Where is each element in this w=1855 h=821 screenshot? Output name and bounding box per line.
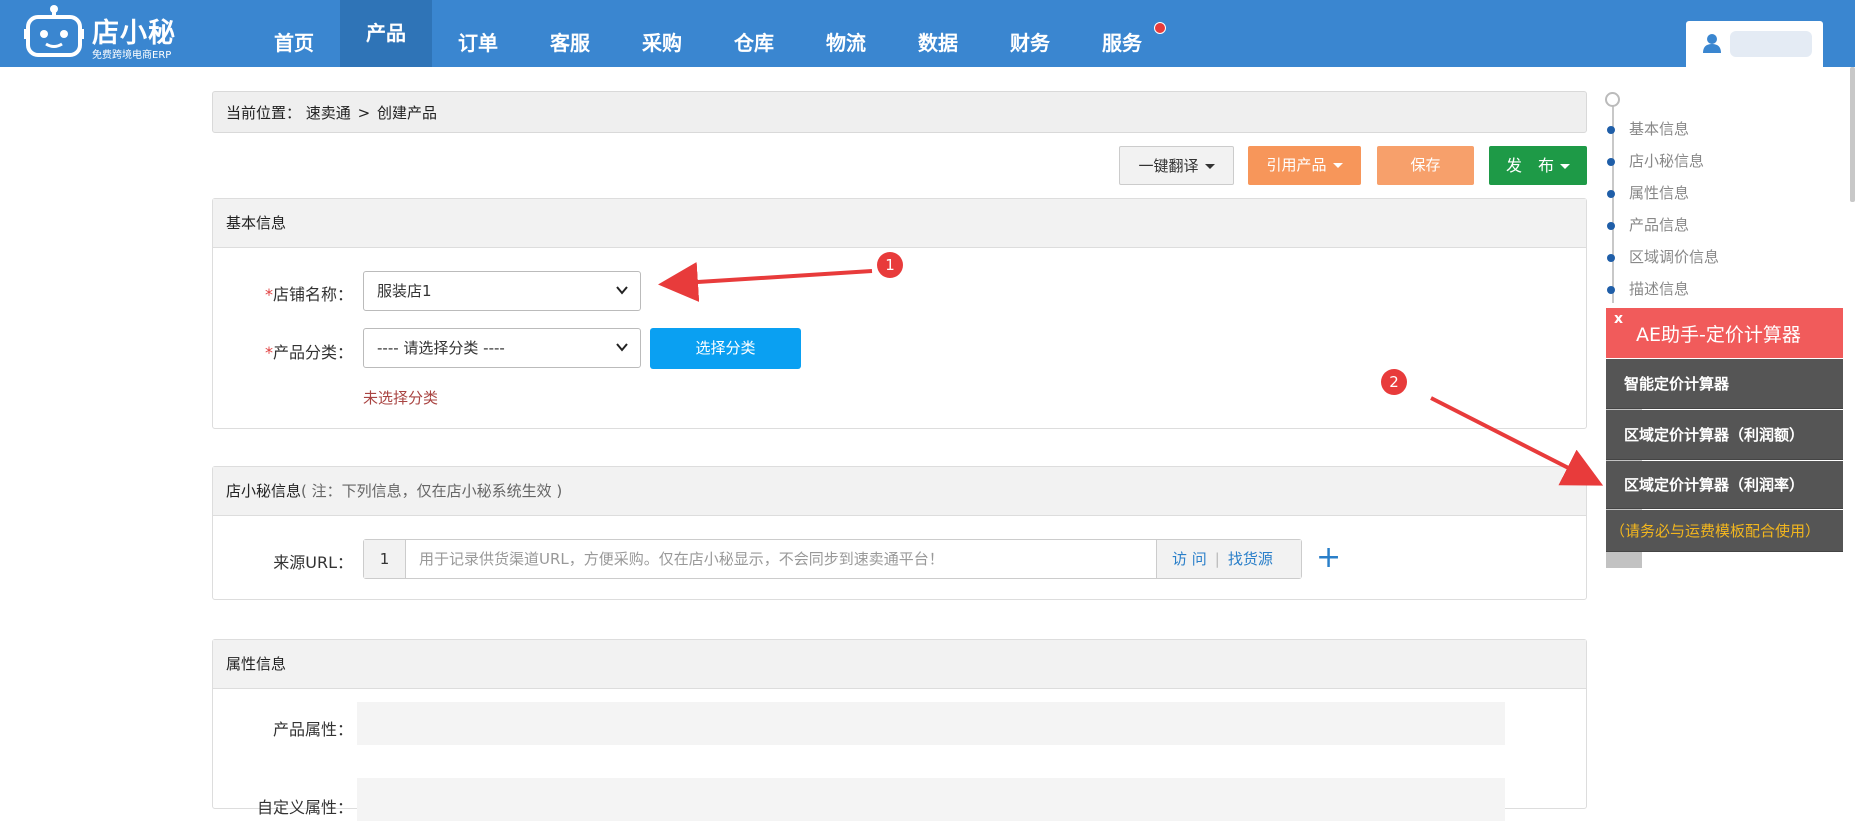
arrow-1 (658, 262, 873, 302)
custom-attr-label: 自定义属性： (256, 798, 353, 817)
annotation-badge-2: 2 (1381, 369, 1407, 395)
arrow-2 (1430, 396, 1604, 486)
annotation-arrows (658, 262, 1604, 486)
annotation-badge-1: 1 (877, 252, 903, 278)
